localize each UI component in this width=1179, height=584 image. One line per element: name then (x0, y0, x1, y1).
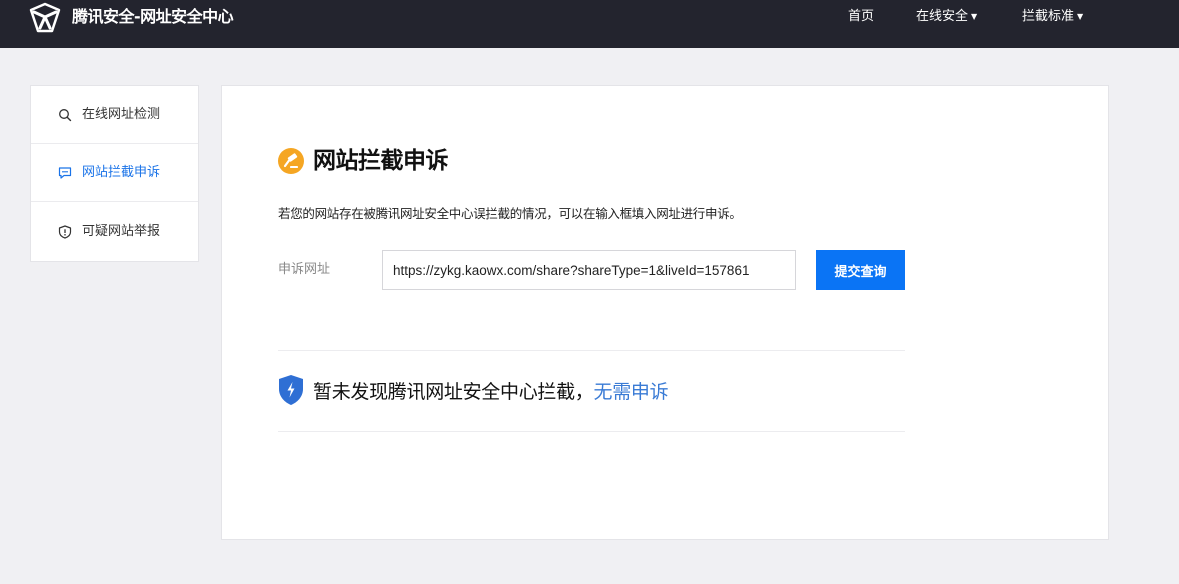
no-appeal-needed-link[interactable]: 无需申诉 (594, 381, 669, 403)
shield-lightning-icon (279, 375, 303, 405)
sidebar-item-label: 网站拦截申诉 (82, 165, 161, 180)
top-header: 腾讯安全-网址安全中心 首页 在线安全 ▼ 拦截标准 ▼ (0, 0, 1179, 48)
search-icon (59, 109, 72, 122)
nav-block-standards[interactable]: 拦截标准 ▼ (1022, 8, 1083, 26)
nav-home[interactable]: 首页 (848, 8, 874, 26)
nav-home-label: 首页 (848, 9, 875, 24)
sidebar-item-label: 在线网址检测 (82, 107, 161, 122)
result-message: 暂未发现腾讯网址安全中心拦截，无需申诉 (313, 379, 669, 405)
sidebar-item-report[interactable]: 可疑网站举报 (31, 203, 198, 261)
nav-online-security-label: 在线安全 (916, 9, 969, 24)
page-title: 网站拦截申诉 (313, 148, 449, 174)
sidebar-item-label: 可疑网站举报 (82, 224, 161, 239)
appeal-url-label: 申诉网址 (278, 262, 331, 277)
appeal-url-input[interactable] (382, 250, 796, 290)
chevron-down-icon: ▼ (971, 12, 978, 21)
nav-block-standards-label: 拦截标准 (1022, 9, 1075, 24)
divider (278, 350, 905, 351)
submit-query-button[interactable]: 提交查询 (816, 250, 905, 290)
chat-icon (58, 167, 72, 179)
chevron-down-icon: ▼ (1077, 12, 1084, 21)
main-panel: 网站拦截申诉 若您的网站存在被腾讯网址安全中心误拦截的情况，可以在输入框填入网址… (221, 85, 1109, 540)
divider (278, 431, 905, 432)
tencent-security-logo-icon[interactable] (28, 2, 62, 34)
brand-title[interactable]: 腾讯安全-网址安全中心 (72, 7, 234, 27)
nav-online-security[interactable]: 在线安全 ▼ (916, 8, 977, 26)
sidebar: 在线网址检测 网站拦截申诉 可疑网站举报 (30, 85, 199, 262)
sidebar-item-url-check[interactable]: 在线网址检测 (31, 86, 198, 144)
shield-alert-icon (58, 225, 72, 239)
result-text: 暂未发现腾讯网址安全中心拦截， (313, 381, 594, 403)
sidebar-item-appeal[interactable]: 网站拦截申诉 (31, 144, 198, 202)
gavel-icon (278, 148, 304, 174)
page-description: 若您的网站存在被腾讯网址安全中心误拦截的情况，可以在输入框填入网址进行申诉。 (278, 206, 742, 221)
